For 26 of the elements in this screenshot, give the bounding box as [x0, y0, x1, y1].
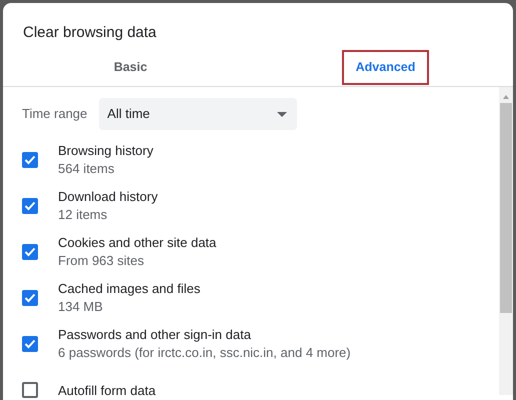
dropdown-caret-icon	[277, 112, 288, 116]
scrollbar[interactable]	[499, 87, 513, 395]
time-range-dropdown[interactable]: All time	[99, 98, 298, 130]
checkbox[interactable]	[22, 290, 38, 306]
item-title: Autofill form data	[58, 382, 156, 398]
checkbox[interactable]	[22, 382, 38, 398]
scroll-up-icon[interactable]	[502, 93, 510, 101]
item-title: Cached images and files	[58, 280, 200, 297]
item-title: Browsing history	[58, 142, 154, 159]
checkbox[interactable]	[22, 336, 38, 352]
scroll-thumb[interactable]	[500, 103, 512, 313]
item-title: Download history	[58, 188, 158, 205]
checkbox[interactable]	[22, 198, 38, 214]
item-detail: From 963 sites	[58, 252, 145, 270]
checkbox[interactable]	[22, 244, 38, 260]
tab[interactable]: Advanced	[342, 50, 430, 85]
item-detail: 6 passwords (for irctc.co.in, ssc.nic.in, and 4 more)	[58, 344, 351, 362]
time-range-label: Time range	[22, 105, 88, 124]
checkbox[interactable]	[22, 152, 38, 168]
tab[interactable]: Basic	[100, 50, 162, 85]
item-detail: 564 items	[58, 160, 116, 178]
item-detail: 134 MB	[58, 298, 104, 316]
item-detail: 12 items	[58, 206, 108, 224]
item-title: Cookies and other site data	[58, 234, 216, 251]
item-title: Passwords and other sign-in data	[58, 326, 252, 343]
dialog-title: Clear browsing data	[23, 24, 156, 41]
